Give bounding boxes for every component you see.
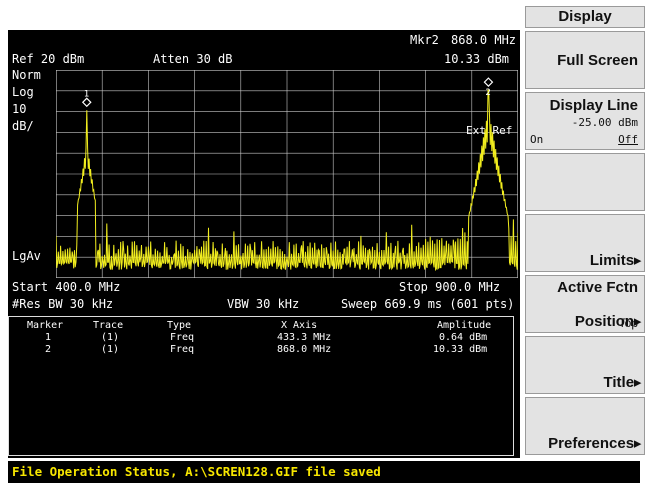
active-fctn-value: Top (618, 316, 638, 330)
scale-per-div-value: 10 (12, 102, 27, 116)
submenu-arrow-icon: ▶ (634, 255, 641, 266)
sweep-time: Sweep 669.9 ms (601 pts) (341, 297, 515, 311)
ext-ref-label: Ext Ref (466, 124, 512, 137)
stop-frequency: Stop 900.0 MHz (399, 280, 501, 294)
table-row-2-type: Freq (170, 344, 195, 355)
table-row-1-trace: (1) (101, 332, 120, 343)
scale-type: Log (12, 85, 34, 99)
marker-readout-amplitude: 10.33 dBm (444, 52, 510, 66)
limits-label: Limits (589, 252, 635, 269)
start-frequency: Start 400.0 MHz (12, 280, 121, 294)
table-header-amplitude: Amplitude (437, 320, 492, 331)
table-header-x-axis: X Axis (281, 320, 318, 331)
marker-table: Marker Trace Type X Axis Amplitude 1 (1)… (8, 316, 514, 456)
spectrum-graph: 12 Ext Ref (56, 70, 518, 278)
blank-softkey[interactable] (525, 153, 645, 211)
marker-readout-label: Mkr2 (410, 33, 439, 47)
status-text: File Operation Status, A:\SCREN128.GIF f… (12, 464, 381, 479)
marker-number-label: 1 (84, 89, 89, 99)
display-line-button[interactable]: Display Line -25.00 dBm On Off (525, 92, 645, 150)
video-bandwidth: VBW 30 kHz (227, 297, 300, 311)
display-line-off: Off (618, 133, 638, 146)
marker-diamond-icon (81, 97, 92, 108)
menu-title: Display (525, 6, 645, 28)
active-fctn-label-line1: Active Fctn (557, 279, 638, 296)
title-button[interactable]: Title▶ (525, 336, 645, 394)
table-row-2-x-axis: 868.0 MHz (277, 344, 332, 355)
table-header-trace: Trace (93, 320, 124, 331)
active-fctn-position-button[interactable]: Active Fctn Position▶ Top (525, 275, 645, 333)
table-row-2-marker: 2 (45, 344, 52, 355)
table-header-type: Type (167, 320, 192, 331)
display-line-value: -25.00 dBm (571, 116, 638, 129)
display-line-label: Display Line (549, 97, 638, 114)
softkey-menu: Display Full Screen Display Line -25.00 … (521, 0, 649, 461)
table-row-2-trace: (1) (101, 344, 120, 355)
markers: 12 (81, 77, 494, 108)
submenu-arrow-icon: ▶ (634, 438, 641, 449)
scale-per-div-unit: dB/ (12, 119, 34, 133)
table-row-1-marker: 1 (45, 332, 52, 343)
full-screen-label: Full Screen (557, 52, 638, 69)
resolution-bandwidth: #Res BW 30 kHz (12, 297, 114, 311)
attenuation: Atten 30 dB (153, 52, 233, 66)
submenu-arrow-icon: ▶ (634, 377, 641, 388)
table-row-2-amplitude: 10.33 dBm (433, 344, 488, 355)
display-line-on: On (530, 133, 544, 146)
title-label: Title (603, 374, 635, 391)
table-row-1-amplitude: 0.64 dBm (439, 332, 488, 343)
full-screen-button[interactable]: Full Screen (525, 31, 645, 89)
marker-number-label: 2 (485, 88, 490, 98)
limits-button[interactable]: Limits▶ (525, 214, 645, 272)
marker-diamond-icon (483, 77, 494, 87)
detector-mode: LgAv (12, 249, 41, 263)
scale-norm: Norm (12, 68, 41, 82)
preferences-button[interactable]: Preferences▶ (525, 397, 645, 455)
table-row-1-type: Freq (170, 332, 195, 343)
table-header-marker: Marker (27, 320, 64, 331)
reference-level: Ref 20 dBm (12, 52, 85, 66)
preferences-label: Preferences (548, 435, 635, 452)
table-row-1-x-axis: 433.3 MHz (277, 332, 332, 343)
marker-readout-frequency: 868.0 MHz (451, 33, 517, 47)
